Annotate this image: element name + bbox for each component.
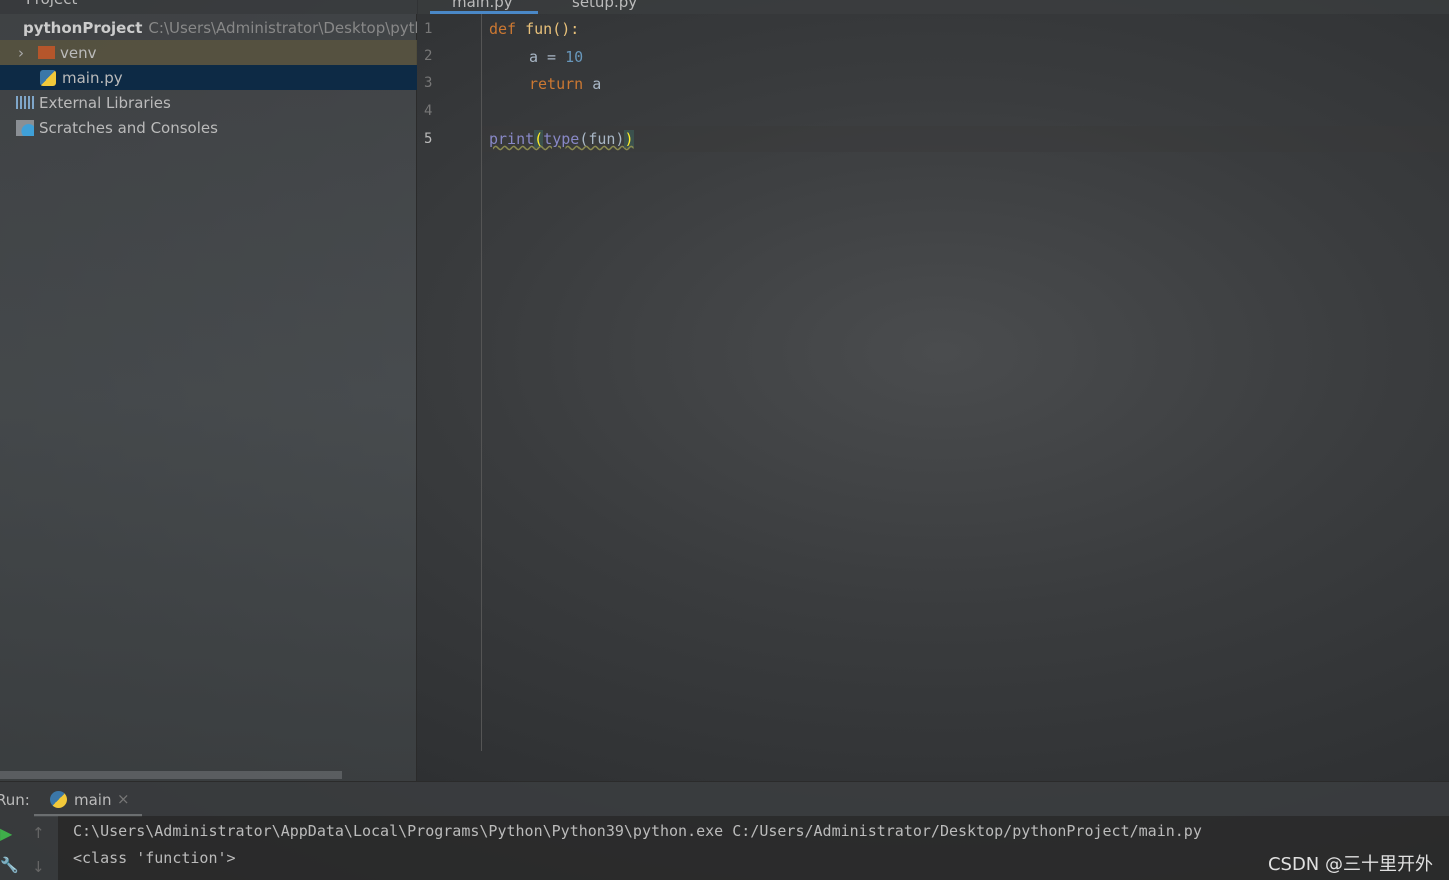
- scroll-up-icon[interactable]: ↑: [32, 824, 45, 842]
- run-tab-main[interactable]: main ×: [34, 782, 142, 817]
- line-number: 3: [424, 75, 433, 91]
- console-line: C:\Users\Administrator\AppData\Local\Pro…: [73, 822, 1202, 840]
- code-line[interactable]: a = 10: [529, 48, 583, 66]
- project-panel: pythonProject C:\Users\Administrator\Des…: [0, 14, 417, 781]
- line-number: 1: [424, 21, 433, 37]
- console-output[interactable]: C:\Users\Administrator\AppData\Local\Pro…: [58, 816, 1449, 880]
- tab-main-py[interactable]: main.py: [430, 0, 538, 14]
- line-number: 5: [424, 131, 433, 147]
- chevron-right-icon: ›: [18, 43, 24, 62]
- editor-tabs: main.py setup.py: [418, 0, 1449, 14]
- tree-root[interactable]: pythonProject C:\Users\Administrator\Des…: [0, 15, 417, 40]
- folder-icon: [38, 46, 55, 59]
- scratches-icon: [16, 119, 34, 136]
- tree-item-venv[interactable]: › venv: [0, 40, 417, 65]
- tab-setup-py[interactable]: setup.py: [548, 0, 658, 14]
- line-number: 2: [424, 48, 433, 64]
- editor-gutter: [418, 14, 482, 751]
- tree-item-main-py[interactable]: main.py: [0, 65, 417, 90]
- tree-item-scratches[interactable]: Scratches and Consoles: [0, 115, 417, 140]
- run-tool-header: Run: main ×: [0, 781, 1449, 817]
- tree-item-external-libraries[interactable]: External Libraries: [0, 90, 417, 115]
- code-line[interactable]: print(type(fun)): [489, 130, 634, 148]
- code-line[interactable]: return a: [529, 75, 601, 93]
- rerun-icon[interactable]: ▶: [0, 824, 12, 843]
- console-line: <class 'function'>: [73, 849, 236, 867]
- run-label: Run:: [0, 791, 30, 809]
- python-icon: [50, 791, 67, 808]
- scroll-down-icon[interactable]: ↓: [32, 858, 45, 876]
- code-line[interactable]: def fun():: [489, 20, 579, 38]
- run-toolbar: ▶ 🔧 ↑ ↓: [0, 816, 58, 880]
- project-view-title[interactable]: Project: [26, 0, 77, 8]
- settings-wrench-icon[interactable]: 🔧: [0, 856, 19, 874]
- watermark: CSDN @三十里开外: [1267, 854, 1433, 875]
- python-file-icon: [40, 69, 56, 86]
- library-icon: [16, 96, 34, 109]
- close-icon[interactable]: ×: [117, 790, 130, 808]
- project-toolbar: Project: [0, 0, 417, 14]
- horizontal-scrollbar[interactable]: [0, 771, 342, 779]
- line-number: 4: [424, 103, 433, 119]
